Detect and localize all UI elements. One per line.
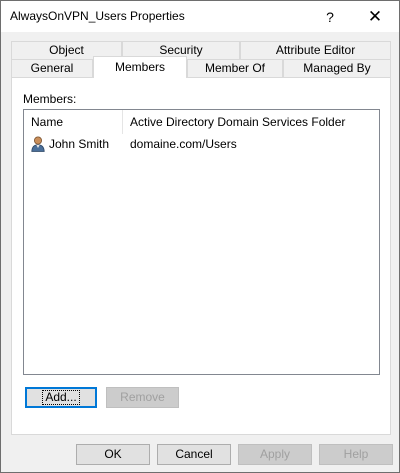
title-bar: AlwaysOnVPN_Users Properties ? ✕ (1, 1, 399, 32)
tab-members[interactable]: Members (93, 56, 187, 78)
tab-general[interactable]: General (11, 59, 93, 78)
help-title-button[interactable]: ? (308, 1, 352, 32)
ok-button[interactable]: OK (76, 444, 150, 465)
list-item[interactable]: John Smith domaine.com/Users (24, 134, 379, 154)
cancel-button[interactable]: Cancel (157, 444, 231, 465)
column-header-name[interactable]: Name (24, 110, 122, 134)
members-tab-panel: Members: Name Active Directory Domain Se… (11, 77, 391, 435)
tab-member-of[interactable]: Member Of (187, 59, 283, 78)
window-title: AlwaysOnVPN_Users Properties (10, 9, 185, 23)
user-icon (31, 136, 45, 152)
member-name: John Smith (49, 137, 110, 151)
members-label: Members: (23, 92, 77, 106)
add-button[interactable]: Add... (25, 387, 97, 408)
tab-managed-by[interactable]: Managed By (283, 59, 391, 78)
apply-button[interactable]: Apply (238, 444, 312, 465)
remove-button[interactable]: Remove (106, 387, 179, 408)
members-list[interactable]: Name Active Directory Domain Services Fo… (23, 109, 380, 375)
tab-attribute-editor[interactable]: Attribute Editor (240, 41, 391, 60)
member-folder: domaine.com/Users (130, 137, 237, 151)
column-header-folder[interactable]: Active Directory Domain Services Folder (123, 110, 379, 134)
help-button[interactable]: Help (319, 444, 393, 465)
add-button-label: Add... (42, 390, 80, 405)
close-button[interactable]: ✕ (353, 1, 397, 32)
properties-dialog: AlwaysOnVPN_Users Properties ? ✕ Object … (0, 0, 400, 473)
